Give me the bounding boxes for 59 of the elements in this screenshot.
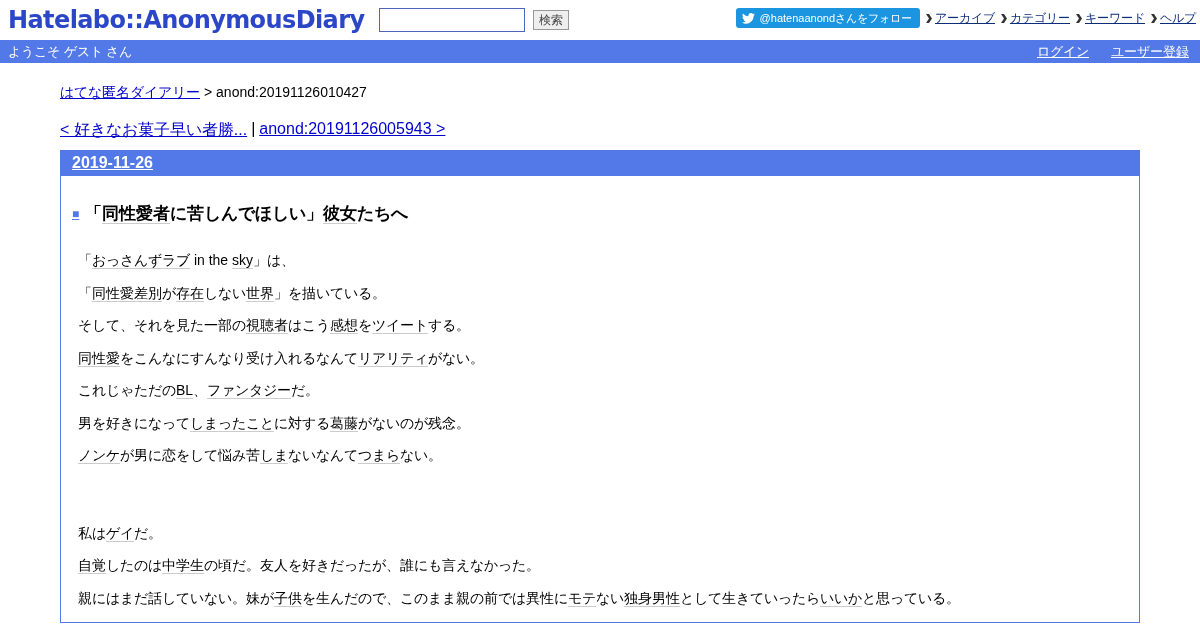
search-button[interactable]: 検索: [532, 10, 569, 30]
body-paragraph: ノンケが男に恋をして悩み苦しま ないなんてつまら ない。: [78, 446, 443, 466]
welcome-text: ようこそ ゲスト さん: [8, 42, 133, 61]
permalink-mark[interactable]: ■: [72, 206, 80, 221]
keyword-link[interactable]: 存在: [176, 284, 204, 302]
keyword-link[interactable]: ゲイ: [106, 524, 134, 542]
keyword-link[interactable]: 同性愛差別: [92, 284, 162, 302]
keyword-link[interactable]: 世界: [246, 284, 274, 302]
keyword-link[interactable]: リアリティ: [358, 349, 428, 367]
keyword-link[interactable]: ノンケ: [78, 447, 120, 464]
arrow-icon: [1001, 13, 1008, 23]
search-field[interactable]: [378, 8, 525, 32]
body-paragraph: 男を好きになって しまったこと に対する葛藤がないのが残念。: [78, 413, 471, 433]
body-paragraph: 私はゲイ だ。: [78, 523, 163, 543]
keyword-link[interactable]: 葛藤: [330, 414, 358, 432]
pager-separator: |: [251, 120, 256, 139]
body-paragraph: そして、それを見た一部の視聴者はこう 感想をツイートする。: [78, 316, 471, 336]
arrow-icon: [1076, 13, 1083, 23]
keyword-link[interactable]: 子供: [274, 589, 302, 607]
keyword-link[interactable]: しま: [260, 447, 288, 464]
nav-link[interactable]: ヘルプ: [1160, 9, 1196, 27]
keyword-link[interactable]: sky: [232, 252, 254, 269]
arrow-icon: [926, 13, 933, 23]
keyword-link[interactable]: 中学生: [162, 557, 204, 574]
next-entry-link[interactable]: anond:20191126005943 >: [259, 120, 446, 141]
body-paragraph: 自覚 したのは中学生の頃だ。友人を好きだったが、誰にも言えなかった。: [78, 556, 541, 576]
nav-link[interactable]: キーワード: [1085, 9, 1145, 27]
keyword-link[interactable]: 彼女: [323, 204, 358, 224]
keyword-link[interactable]: モテ: [568, 589, 596, 607]
breadcrumb-link[interactable]: はてな匿名ダイアリー: [60, 84, 200, 102]
bird-icon: [741, 12, 755, 24]
account-link[interactable]: ログイン: [1037, 42, 1089, 61]
keyword-link[interactable]: いいか: [820, 589, 862, 607]
body-paragraph: 「同性愛差別が存在しない世界」を描いている。: [78, 283, 387, 303]
breadcrumb-current: > anond:20191126010427: [204, 84, 367, 102]
keyword-link[interactable]: 視聴者: [246, 317, 288, 334]
keyword-link[interactable]: 同性愛者: [102, 204, 171, 224]
nav-link[interactable]: アーカイブ: [935, 9, 995, 27]
date-link[interactable]: 2019-11-26: [72, 154, 153, 172]
keyword-link[interactable]: 独身男性: [624, 589, 680, 607]
keyword-link[interactable]: ツイート: [372, 317, 428, 334]
keyword-link[interactable]: おっさんずラブ: [92, 252, 190, 269]
previous-entry-link[interactable]: < 好きなお菓子早い者勝...: [60, 120, 248, 141]
keyword-link[interactable]: ファンタジー: [207, 382, 292, 399]
keyword-link[interactable]: しまったこと: [190, 414, 274, 432]
site-logo[interactable]: Hatelabo::AnonymousDiary: [8, 7, 365, 33]
nav-link[interactable]: カテゴリー: [1010, 9, 1070, 27]
keyword-link[interactable]: 自覚: [78, 557, 106, 574]
account-link[interactable]: ユーザー登録: [1111, 42, 1189, 61]
keyword-link[interactable]: 同性愛: [78, 349, 120, 367]
keyword-link[interactable]: つまら: [358, 447, 400, 464]
keyword-link[interactable]: 感想: [330, 317, 358, 334]
body-paragraph: 親にはまだ話していない。妹が子供を生んだので、このまま親の前では異性にモテない独身男性として生きていったら いいかと思っている。: [78, 588, 961, 608]
body-paragraph: これじゃただのBL、ファンタジーだ。: [78, 381, 321, 401]
arrow-icon: [1151, 13, 1158, 23]
entry-title: 「同性愛者に苦しんでほしい」彼女たちへ: [85, 203, 409, 225]
body-paragraph: 同性愛をこんなにすんなり受け入れるなんて リアリティがない。: [78, 348, 485, 368]
keyword-link[interactable]: BL: [176, 382, 194, 399]
body-paragraph: 「おっさんずラブ in the sky」は、: [78, 251, 297, 271]
